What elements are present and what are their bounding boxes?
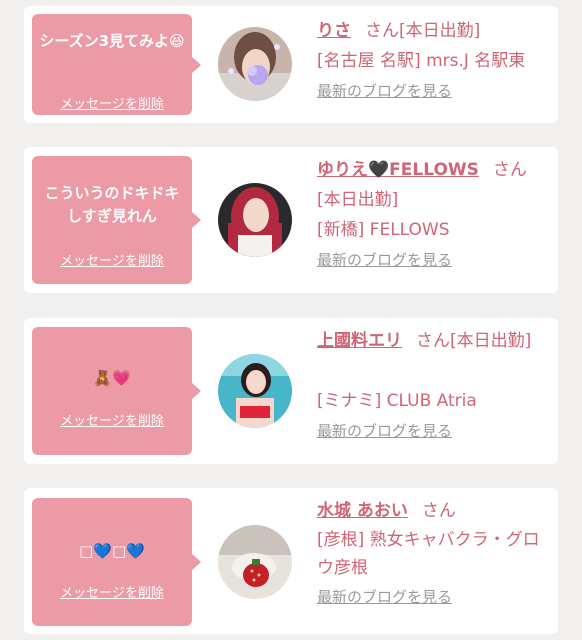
avatar[interactable]: [218, 525, 292, 599]
status-label: [本日出勤]: [317, 190, 399, 210]
delete-message-link[interactable]: メッセージを削除: [32, 582, 192, 601]
cast-name-link[interactable]: ゆりえ🖤FELLOWS: [317, 160, 479, 180]
message-bubble: こういうのドキドキしすぎ見れん メッセージを削除: [32, 156, 201, 284]
blog-link[interactable]: 最新のブログを見る: [317, 422, 452, 440]
honorific: さん: [421, 501, 456, 521]
cast-name-link[interactable]: りさ: [317, 21, 351, 41]
shop-label[interactable]: [名古屋 名駅] mrs.J 名駅東: [317, 46, 555, 76]
message-text: 🧸💗: [93, 369, 131, 387]
blog-link[interactable]: 最新のブログを見る: [317, 251, 452, 269]
message-bubble: 🧸💗 メッセージを削除: [32, 327, 201, 455]
delete-message-link[interactable]: メッセージを削除: [32, 250, 192, 269]
message-bubble: □💙□💙 メッセージを削除: [32, 498, 201, 626]
shop-label[interactable]: [新橋] FELLOWS: [317, 215, 555, 245]
cast-name-link[interactable]: 上國料エリ: [317, 331, 402, 351]
message-text: こういうのドキドキしすぎ見れん: [44, 184, 180, 225]
shop-label[interactable]: [ミナミ] CLUB Atria: [317, 386, 555, 416]
message-text: シーズン3見てみよ😆: [39, 32, 185, 50]
message-card: シーズン3見てみよ😆 メッセージを削除 りさ さん[本日出勤] [名古屋 名駅] …: [24, 6, 558, 123]
message-card: こういうのドキドキしすぎ見れん メッセージを削除 ゆりえ🖤FELLOWS さん […: [24, 147, 558, 293]
blog-link[interactable]: 最新のブログを見る: [317, 82, 452, 100]
avatar-photo: [218, 27, 292, 101]
delete-message-link[interactable]: メッセージを削除: [32, 93, 192, 112]
blog-link[interactable]: 最新のブログを見る: [317, 588, 452, 606]
status-label: [本日出勤]: [399, 21, 481, 41]
message-card: 🧸💗 メッセージを削除 上國料エリ さん[本日出勤] [ミナミ] CLUB Atr…: [24, 318, 558, 464]
avatar-photo: [218, 525, 292, 599]
profile-info: 水城 あおい さん [彦根] 熟女キャバクラ・グロウ彦根 最新のブログを見る: [317, 496, 555, 612]
message-bubble: シーズン3見てみよ😆 メッセージを削除: [32, 14, 201, 115]
honorific: さん: [492, 160, 527, 180]
cast-name-link[interactable]: 水城 あおい: [317, 501, 408, 521]
avatar-photo: [218, 354, 292, 428]
delete-message-link[interactable]: メッセージを削除: [32, 410, 192, 429]
honorific: さん: [416, 331, 450, 351]
message-card: □💙□💙 メッセージを削除 水城 あおい さん [彦根] 熟女キャバクラ・グロウ彦…: [24, 488, 558, 634]
avatar[interactable]: [218, 183, 292, 257]
avatar[interactable]: [218, 27, 292, 101]
avatar-photo: [218, 183, 292, 257]
status-label: [本日出勤]: [450, 331, 532, 351]
profile-info: 上國料エリ さん[本日出勤] [ミナミ] CLUB Atria 最新のブログを見る: [317, 326, 555, 446]
profile-info: りさ さん[本日出勤] [名古屋 名駅] mrs.J 名駅東 最新のブログを見る: [317, 16, 555, 106]
honorific: さん: [365, 21, 399, 41]
message-text: □💙□💙: [79, 542, 145, 560]
avatar[interactable]: [218, 354, 292, 428]
shop-label[interactable]: [彦根] 熟女キャバクラ・グロウ彦根: [317, 526, 555, 582]
profile-info: ゆりえ🖤FELLOWS さん [本日出勤] [新橋] FELLOWS 最新のブログ…: [317, 155, 555, 275]
